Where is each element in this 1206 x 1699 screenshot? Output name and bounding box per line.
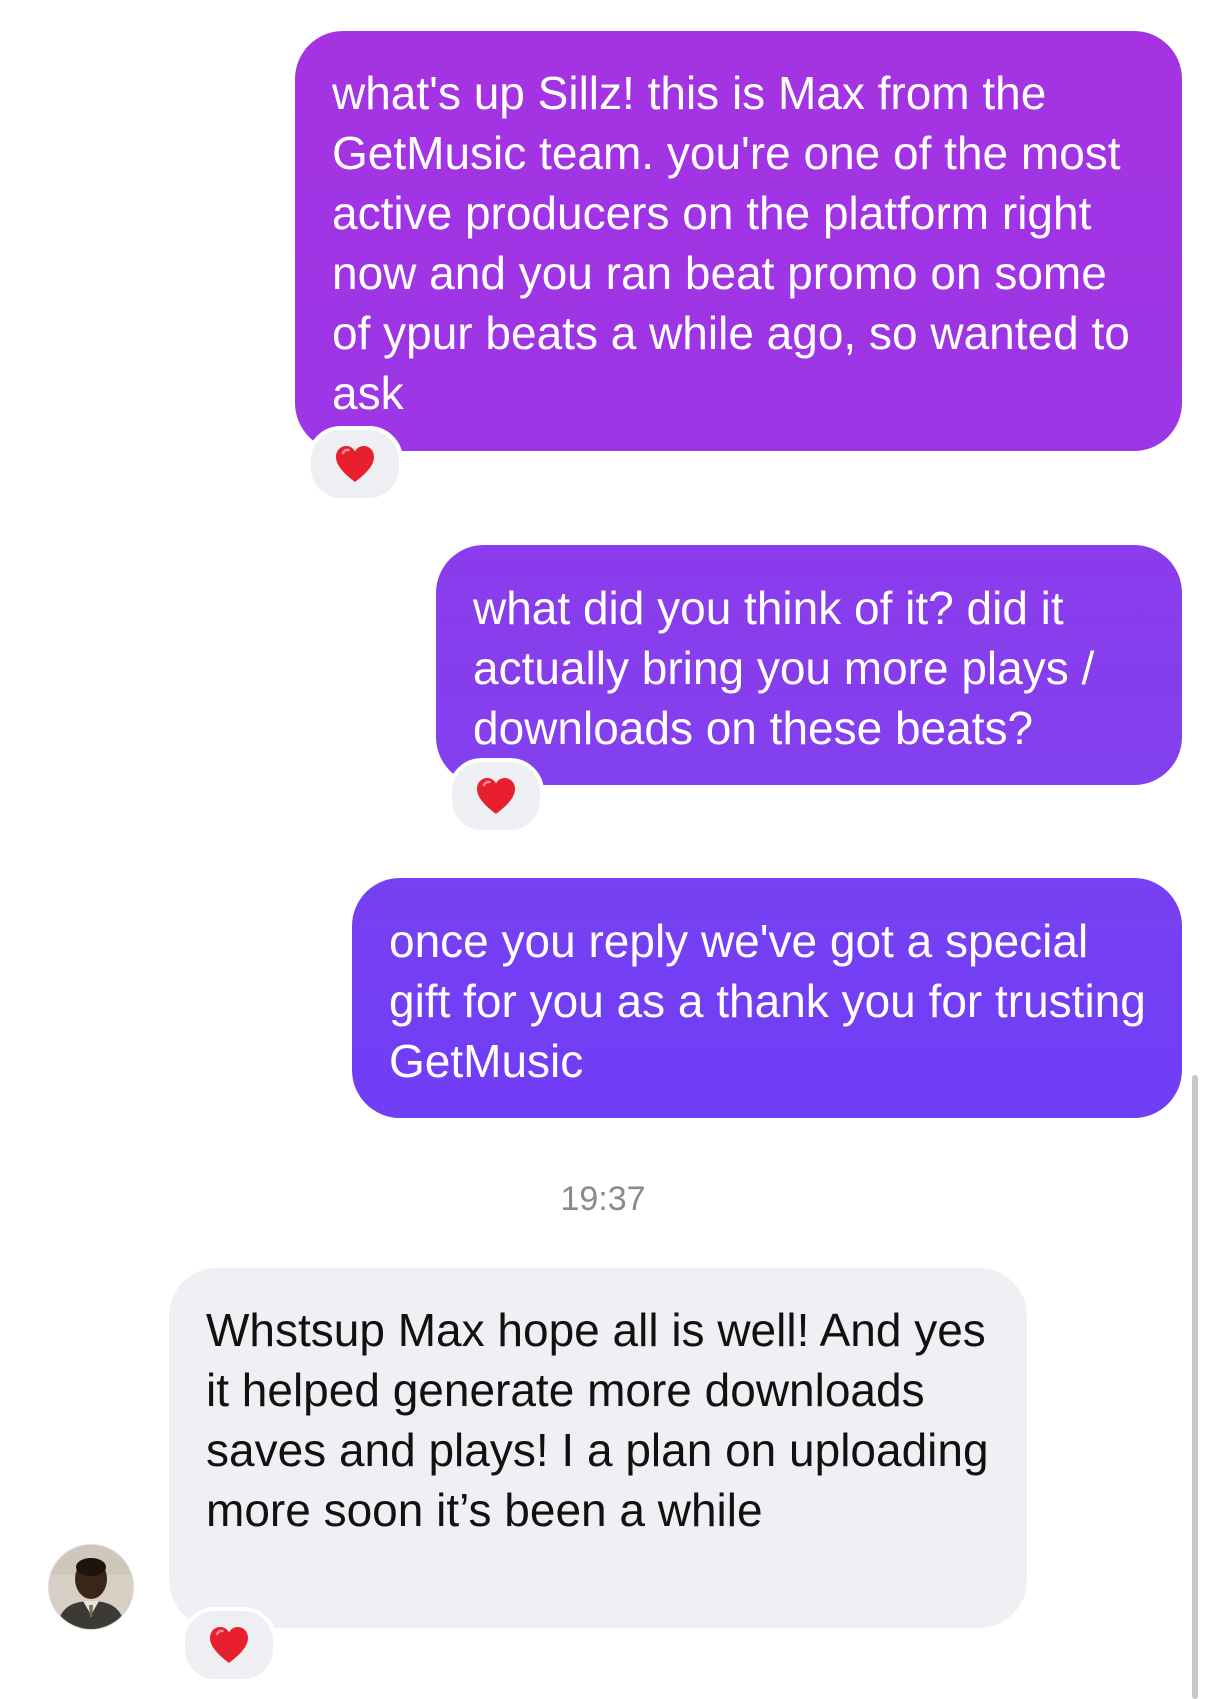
outgoing-message[interactable]: what did you think of it? did it actuall… bbox=[436, 545, 1182, 785]
contact-avatar[interactable] bbox=[48, 1544, 134, 1630]
message-text: Whstsup Max hope all is well! And yes it… bbox=[206, 1304, 989, 1536]
heart-icon bbox=[477, 778, 515, 814]
message-text: once you reply we've got a special gift … bbox=[389, 915, 1146, 1087]
incoming-message[interactable]: Whstsup Max hope all is well! And yes it… bbox=[169, 1268, 1027, 1628]
message-timestamp: 19:37 bbox=[560, 1180, 646, 1218]
avatar-photo bbox=[49, 1545, 133, 1629]
scrollbar[interactable] bbox=[1192, 1075, 1198, 1699]
heart-reaction[interactable] bbox=[181, 1607, 277, 1683]
heart-reaction[interactable] bbox=[307, 426, 403, 502]
message-text: what did you think of it? did it actuall… bbox=[473, 582, 1095, 754]
heart-icon bbox=[210, 1627, 248, 1663]
outgoing-message[interactable]: once you reply we've got a special gift … bbox=[352, 878, 1182, 1118]
heart-icon bbox=[336, 446, 374, 482]
heart-reaction[interactable] bbox=[448, 758, 544, 834]
outgoing-message[interactable]: what's up Sillz! this is Max from the Ge… bbox=[295, 31, 1182, 451]
message-text: what's up Sillz! this is Max from the Ge… bbox=[332, 67, 1130, 419]
